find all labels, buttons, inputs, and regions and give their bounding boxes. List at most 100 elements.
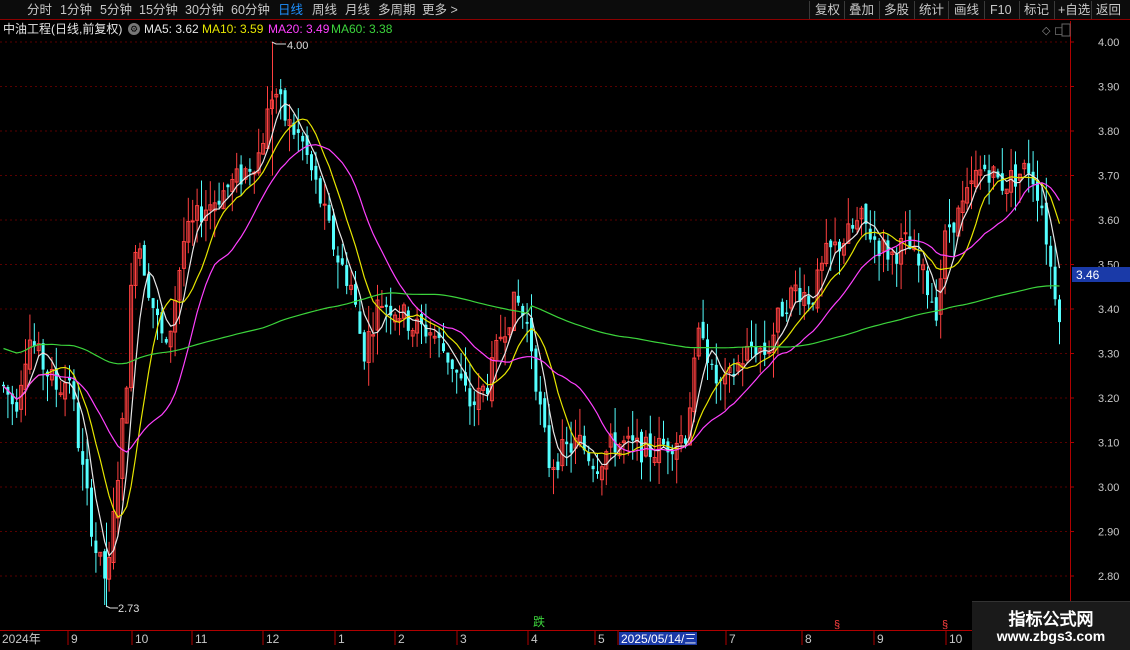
candle-body <box>279 89 283 95</box>
y-tick-label: 3.60 <box>1098 215 1119 227</box>
x-tick-label: 11 <box>195 632 208 646</box>
candle-body <box>662 438 665 445</box>
y-tick-label: 3.80 <box>1098 126 1119 138</box>
candle-body <box>1040 205 1044 209</box>
candle-body <box>345 265 349 286</box>
y-tick-label: 3.70 <box>1098 171 1119 183</box>
candle-body <box>596 471 599 474</box>
y-tick-label: 2.90 <box>1098 527 1119 539</box>
candle-body <box>1049 245 1053 267</box>
watermark-logo: 指标公式网 www.zbgs3.com <box>972 601 1130 650</box>
candle-body <box>807 296 811 305</box>
candle-body <box>76 402 80 449</box>
candle-body <box>780 301 784 317</box>
candle-body <box>340 258 344 265</box>
y-tick-label: 3.90 <box>1098 82 1119 94</box>
candle-body <box>1058 299 1061 323</box>
candle-body <box>917 253 921 266</box>
y-tick-label: 3.20 <box>1098 393 1119 405</box>
candle-body <box>987 170 991 183</box>
candle-body <box>930 301 934 303</box>
x-tick-label: 10 <box>135 632 149 646</box>
candle-body <box>15 402 19 412</box>
candle-body <box>538 391 542 405</box>
candle-body <box>156 308 159 316</box>
candle-body <box>926 270 929 296</box>
low-pointer <box>105 605 118 609</box>
candle-body <box>516 295 520 303</box>
x-tick-label: 3 <box>460 632 467 646</box>
candle-body <box>785 312 789 314</box>
diamond-icon: ◇ <box>1042 24 1051 37</box>
candle-body <box>591 465 595 470</box>
candle-body <box>895 254 899 264</box>
candle-body <box>85 459 89 489</box>
candle-body <box>442 343 445 352</box>
candle-body <box>362 332 366 362</box>
candle-body <box>151 298 155 309</box>
candle-body <box>446 352 450 363</box>
grid-lines <box>0 41 1070 577</box>
candle-body <box>543 398 547 428</box>
x-tick-label: 1 <box>338 632 345 646</box>
candle-body <box>701 321 705 339</box>
candle-body <box>468 388 472 407</box>
candle-body <box>714 364 718 384</box>
candle-body <box>851 224 855 229</box>
x-tick-label: 2024年 <box>2 632 41 646</box>
event-marker: 跌 <box>533 614 545 629</box>
candle-body <box>384 304 388 308</box>
candle-body <box>301 135 305 142</box>
candle-body <box>450 359 454 369</box>
low-price-label: 2.73 <box>118 603 139 615</box>
watermark-title: 指标公式网 <box>1008 610 1094 629</box>
high-pointer <box>271 41 286 45</box>
x-tick-label: 2 <box>398 632 405 646</box>
scroll-handle-icon <box>1061 23 1071 37</box>
y-axis-labels: 4.003.903.803.703.603.503.403.303.203.10… <box>1070 37 1119 583</box>
candle-body <box>336 255 340 263</box>
candle-body <box>142 245 146 276</box>
candle-body <box>868 228 872 240</box>
x-tick-label: 7 <box>729 632 736 646</box>
candle-body <box>631 435 635 441</box>
x-tick-label: 8 <box>805 632 812 646</box>
candle-body <box>873 236 877 240</box>
x-tick-label: 12 <box>266 632 280 646</box>
y-tick-label: 3.30 <box>1098 349 1119 361</box>
candle-body <box>587 452 591 462</box>
candlesticks <box>2 42 1061 608</box>
candle-body <box>983 164 987 170</box>
y-tick-label: 3.40 <box>1098 304 1119 316</box>
candle-body <box>455 369 459 373</box>
high-price-label: 4.00 <box>287 40 308 52</box>
candle-body <box>314 165 318 180</box>
candle-body <box>41 343 45 370</box>
y-tick-label: 3.00 <box>1098 482 1119 494</box>
candle-body <box>94 540 98 554</box>
x-tick-label: 5 <box>598 632 605 646</box>
candle-body <box>81 451 85 465</box>
candle-body <box>565 441 569 445</box>
current-price-label: 3.46 <box>1076 268 1100 282</box>
x-tick-label: 2025/05/14/三 <box>621 632 696 646</box>
kline-chart[interactable]: 4.002.73跌 § § ◇ ◻ 4.003.903.803.703.603.50… <box>0 0 1130 650</box>
x-tick-label: 10 <box>949 632 963 646</box>
candle-body <box>164 339 168 343</box>
candle-body <box>556 461 560 471</box>
event-marker: § <box>834 619 840 631</box>
candle-body <box>217 200 221 205</box>
candle-body <box>525 321 529 324</box>
event-marker: § <box>942 619 948 631</box>
candle-body <box>763 342 767 355</box>
x-tick-label: 9 <box>877 632 884 646</box>
candle-body <box>547 425 551 468</box>
watermark-url: www.zbgs3.com <box>996 628 1106 644</box>
candle-body <box>327 204 331 221</box>
candle-body <box>90 487 93 537</box>
candle-body <box>358 311 362 334</box>
candle-body <box>310 154 313 171</box>
candle-body <box>248 168 252 172</box>
candle-body <box>379 305 384 308</box>
candle-body <box>406 310 410 331</box>
